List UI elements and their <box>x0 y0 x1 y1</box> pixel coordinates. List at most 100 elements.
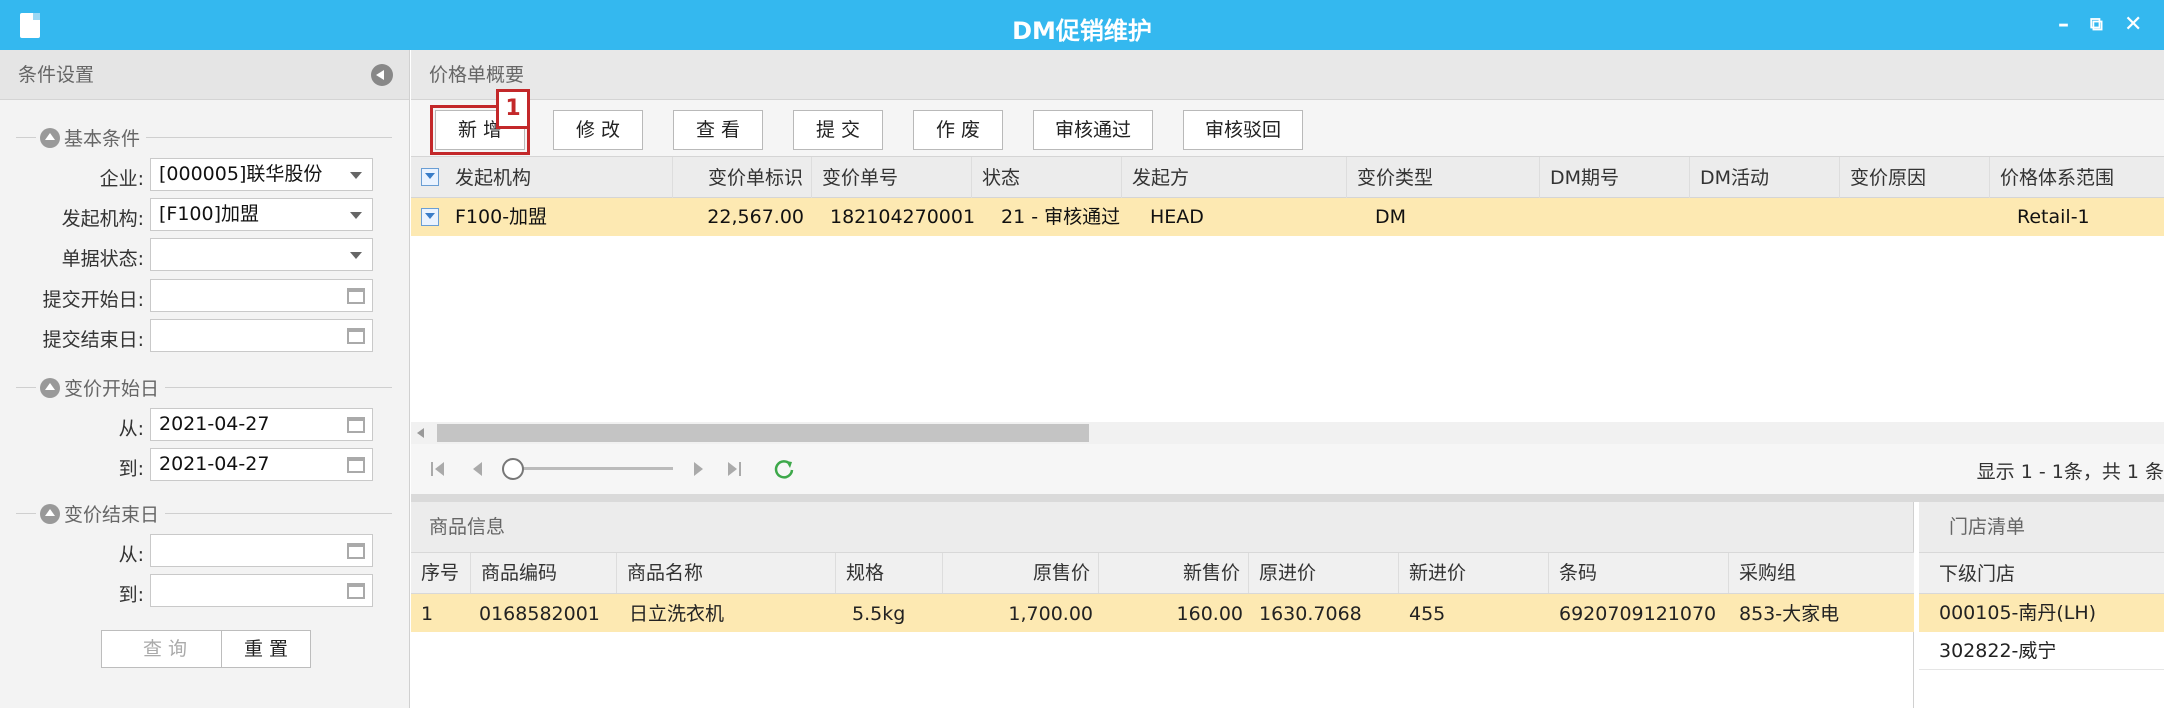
dropdown-arrow-icon[interactable] <box>350 172 362 179</box>
cell-name: 日立洗衣机 <box>629 603 725 625</box>
change-start-to-field[interactable]: 2021-04-27 <box>150 448 373 481</box>
org-label: 发起机构: <box>61 208 144 230</box>
col-old-cost[interactable]: 原进价 <box>1249 553 1399 593</box>
submit-end-date-field[interactable] <box>150 319 373 352</box>
reject-button[interactable]: 审核驳回 <box>1183 110 1303 150</box>
col-type[interactable]: 变价类型 <box>1347 157 1540 199</box>
list-item[interactable]: 302822-威宁 <box>1919 632 2164 670</box>
change-end-title: 变价结束日 <box>64 504 160 526</box>
collapse-left-icon[interactable] <box>371 64 393 86</box>
cell-old-price: 1,700.00 <box>1008 603 1093 625</box>
void-button[interactable]: 作 废 <box>913 110 1003 150</box>
col-id[interactable]: 变价单标识 <box>673 157 812 199</box>
change-end-to-label: 到: <box>118 584 144 606</box>
minimize-button[interactable]: – <box>2058 12 2069 37</box>
row-checkbox[interactable] <box>421 208 439 226</box>
col-new-cost[interactable]: 新进价 <box>1399 553 1549 593</box>
company-label: 企业: <box>99 168 144 190</box>
edit-button[interactable]: 修 改 <box>553 110 643 150</box>
cell-initiator: HEAD <box>1150 206 1204 228</box>
page-slider-handle[interactable] <box>502 458 524 480</box>
col-name[interactable]: 商品名称 <box>617 553 836 593</box>
change-start-from-row: 从: 2021-04-27 <box>0 408 410 442</box>
company-value: [000005]联华股份 <box>159 163 323 185</box>
store-list-panel: 门店清单 下级门店 000105-南丹(LH) 302822-威宁 <box>1919 502 2164 708</box>
company-select[interactable]: [000005]联华股份 <box>150 158 373 191</box>
submit-button[interactable]: 提 交 <box>793 110 883 150</box>
close-button[interactable]: ✕ <box>2124 12 2142 37</box>
pager: 显示 1 - 1条，共 1 条 <box>411 444 2164 494</box>
org-value: [F100]加盟 <box>159 203 260 225</box>
query-button[interactable]: 查 询 <box>101 630 229 668</box>
horizontal-scrollbar[interactable] <box>411 422 2164 444</box>
col-range[interactable]: 价格体系范围 <box>1990 157 2164 199</box>
col-initiator[interactable]: 发起方 <box>1122 157 1347 199</box>
col-new-price[interactable]: 新售价 <box>1099 553 1249 593</box>
change-end-toggle[interactable]: 变价结束日 <box>36 500 166 527</box>
calendar-icon[interactable] <box>347 288 365 304</box>
col-no[interactable]: 变价单号 <box>812 157 972 199</box>
col-reason[interactable]: 变价原因 <box>1840 157 1990 199</box>
cell-status: 21 - 审核通过 <box>1001 206 1121 228</box>
col-spec[interactable]: 规格 <box>836 553 943 593</box>
table-row[interactable]: F100-加盟 22,567.00 182104270001 21 - 审核通过… <box>411 198 2164 236</box>
calendar-icon[interactable] <box>347 543 365 559</box>
company-row: 企业: [000005]联华股份 <box>0 158 410 192</box>
title-bar: DM促销维护 – ⧉ ✕ <box>0 0 2164 50</box>
col-sub-store[interactable]: 下级门店 <box>1919 552 2164 594</box>
calendar-icon[interactable] <box>347 583 365 599</box>
cell-barcode: 6920709121070 <box>1559 603 1717 625</box>
submit-start-label: 提交开始日: <box>42 289 144 311</box>
table-row[interactable]: 1 0168582001 日立洗衣机 5.5kg 1,700.00 160.00… <box>411 594 1914 632</box>
restore-button[interactable]: ⧉ <box>2090 14 2103 35</box>
chevron-up-icon <box>40 377 60 398</box>
calendar-icon[interactable] <box>347 417 365 433</box>
change-start-from-label: 从: <box>118 418 144 440</box>
calendar-icon[interactable] <box>347 328 365 344</box>
last-page-icon[interactable] <box>725 460 743 483</box>
change-start-toggle[interactable]: 变价开始日 <box>36 374 166 401</box>
col-activity[interactable]: DM活动 <box>1690 157 1840 199</box>
col-seq[interactable]: 序号 <box>411 553 471 593</box>
list-item[interactable]: 000105-南丹(LH) <box>1919 594 2164 632</box>
scroll-left-icon[interactable] <box>417 428 424 438</box>
first-page-icon[interactable] <box>429 460 447 483</box>
col-org[interactable]: 发起机构 <box>411 157 673 199</box>
change-start-from-field[interactable]: 2021-04-27 <box>150 408 373 441</box>
submit-start-date-field[interactable] <box>150 279 373 312</box>
submit-start-row: 提交开始日: <box>0 279 410 313</box>
status-label: 单据状态: <box>61 248 144 270</box>
prev-page-icon[interactable] <box>469 460 487 483</box>
next-page-icon[interactable] <box>689 460 707 483</box>
view-button[interactable]: 查 看 <box>673 110 763 150</box>
approve-button[interactable]: 审核通过 <box>1033 110 1153 150</box>
dropdown-arrow-icon[interactable] <box>350 252 362 259</box>
calendar-icon[interactable] <box>347 457 365 473</box>
scrollbar-thumb[interactable] <box>437 424 1089 442</box>
page-slider-track[interactable] <box>513 467 673 470</box>
col-old-price[interactable]: 原售价 <box>943 553 1099 593</box>
reset-button[interactable]: 重 置 <box>221 630 311 668</box>
org-select[interactable]: [F100]加盟 <box>150 198 373 231</box>
org-row: 发起机构: [F100]加盟 <box>0 198 410 232</box>
change-end-from-field[interactable] <box>150 534 373 567</box>
price-grid-header: 发起机构 变价单标识 变价单号 状态 发起方 变价类型 DM期号 DM活动 变价… <box>411 156 2164 199</box>
refresh-icon[interactable] <box>773 458 795 485</box>
dropdown-arrow-icon[interactable] <box>350 212 362 219</box>
condition-panel-header: 条件设置 <box>0 50 409 100</box>
cell-group: 853-大家电 <box>1739 603 1840 625</box>
step-callout-badge: 1 <box>496 89 530 129</box>
col-code[interactable]: 商品编码 <box>471 553 617 593</box>
status-select[interactable] <box>150 238 373 271</box>
col-period[interactable]: DM期号 <box>1540 157 1690 199</box>
basic-conditions-toggle[interactable]: 基本条件 <box>36 124 147 151</box>
col-barcode[interactable]: 条码 <box>1549 553 1729 593</box>
product-info-panel: 商品信息 序号 商品编码 商品名称 规格 原售价 新售价 原进价 新进价 条码 … <box>411 502 1914 708</box>
col-status[interactable]: 状态 <box>972 157 1122 199</box>
change-end-to-field[interactable] <box>150 574 373 607</box>
change-end-from-row: 从: <box>0 534 410 568</box>
col-group[interactable]: 采购组 <box>1729 553 1914 593</box>
submit-end-row: 提交结束日: <box>0 319 410 353</box>
window-title: DM促销维护 <box>1012 17 1152 45</box>
panel-splitter[interactable] <box>411 494 2164 502</box>
